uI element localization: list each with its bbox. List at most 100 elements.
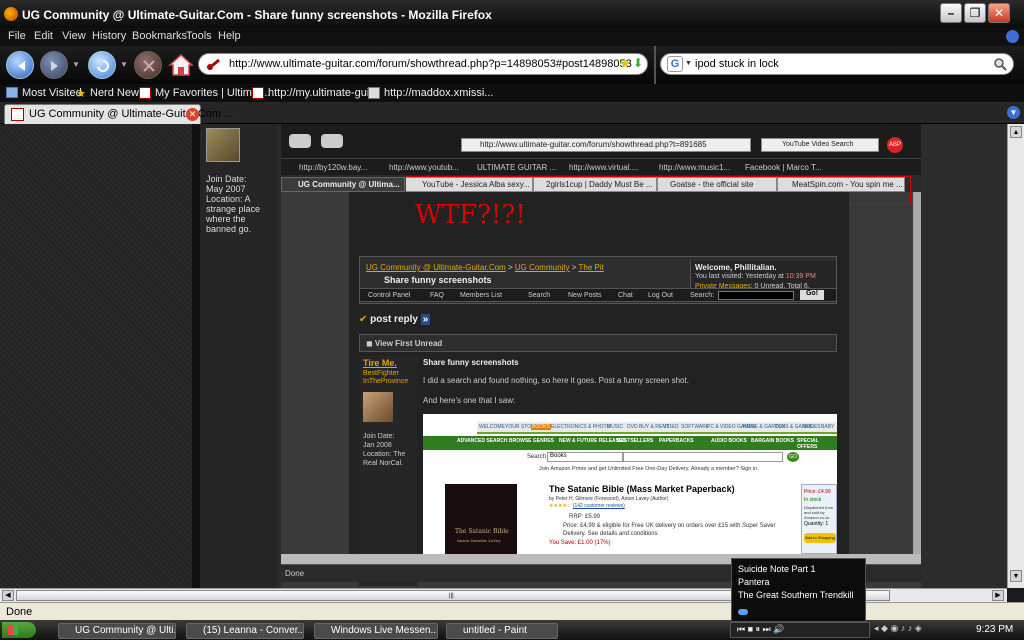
search-bar[interactable]: G ▼ ipod stuck in lock	[660, 53, 1014, 75]
grip-icon: |||	[449, 593, 454, 599]
poster-info: Tire Me. BestFighter InTheProvince Join …	[359, 356, 417, 586]
inner-forward-icon	[321, 134, 343, 148]
taskbar-item-firefox[interactable]: UG Community @ Ulti...	[58, 623, 176, 639]
menu-tools[interactable]: Tools	[186, 30, 212, 42]
menu-file[interactable]: File	[8, 30, 26, 42]
ug-favicon-icon	[139, 87, 151, 99]
scroll-left-icon[interactable]: ◀	[2, 590, 14, 601]
progress-indicator	[738, 609, 748, 615]
url-bar[interactable]: http://www.ultimate-guitar.com/forum/sho…	[198, 53, 648, 75]
inner-tab-active: UG Community @ Ultima...	[281, 177, 405, 192]
user-info-panel: Join Date: May 2007 Location: A strange …	[200, 124, 278, 588]
minimize-button[interactable]: –	[940, 3, 962, 23]
inner-scrollbar	[913, 192, 921, 554]
amazon-subnav: ADVANCED SEARCH BROWSE GENRES NEW & FUTU…	[423, 436, 837, 450]
close-button[interactable]: ✕	[988, 3, 1010, 23]
breadcrumb: UG Community @ Ultimate-Guitar.Com > UG …	[366, 263, 604, 272]
media-controls[interactable]: ⏮ ■ ⏸ ⏭ 🔊	[737, 624, 784, 635]
media-player-toolbar: ⏮ ■ ⏸ ⏭ 🔊	[730, 622, 870, 638]
amazon-search-field	[623, 452, 783, 462]
stop-button[interactable]	[134, 51, 162, 79]
amazon-tabs: WELCOME YOUR STORE BOOKS ELECTRONICS & P…	[477, 422, 837, 434]
ug-favicon-icon	[252, 87, 264, 99]
start-button[interactable]	[2, 622, 36, 638]
star-icon: ★	[76, 88, 86, 100]
search-input[interactable]: ipod stuck in lock	[695, 58, 779, 70]
scroll-up-icon[interactable]: ▲	[1010, 126, 1022, 138]
home-icon	[168, 53, 194, 76]
url-text[interactable]: http://www.ultimate-guitar.com/forum/sho…	[229, 58, 632, 70]
poster-avatar	[363, 392, 393, 422]
menu-history[interactable]: History	[92, 30, 126, 42]
bookmark-my-ultimate-guitar[interactable]: http://my.ultimate-gui...	[268, 87, 378, 99]
adblock-icon: ABP	[887, 137, 903, 153]
menu-edit[interactable]: Edit	[34, 30, 53, 42]
scroll-right-icon[interactable]: ▶	[992, 590, 1004, 601]
back-arrow-icon	[18, 61, 25, 71]
window-title: UG Community @ Ultimate-Guitar.Com - Sha…	[22, 8, 492, 22]
taskbar-item-messenger[interactable]: Windows Live Messen...	[314, 623, 438, 639]
bookmark-star-icon[interactable]: ★	[619, 56, 631, 72]
user-join-info: Join Date: May 2007 Location: A strange …	[206, 174, 261, 234]
close-tab-icon[interactable]: ✕	[186, 108, 199, 121]
magnifier-icon[interactable]	[993, 57, 1007, 71]
embedded-screenshot: http://www.ultimate-guitar.com/forum/sho…	[281, 124, 921, 588]
vertical-scrollbar[interactable]: ▲ ▼	[1007, 124, 1024, 588]
menu-bookmarks[interactable]: Bookmarks	[132, 30, 187, 42]
taskbar-item-conversation[interactable]: (15) Leanna - Conver...	[186, 623, 304, 639]
column-divider	[192, 124, 200, 588]
history-dropdown-icon[interactable]: ▼	[72, 60, 80, 69]
status-bar: Done	[0, 602, 1024, 620]
inner-url-bar: http://www.ultimate-guitar.com/forum/sho…	[461, 138, 751, 152]
amazon-go-icon: GO	[787, 452, 799, 462]
bookmark-most-visited[interactable]: Most Visited	[22, 87, 82, 99]
ug-favicon-icon	[206, 57, 222, 71]
reload-dropdown-icon[interactable]: ▼	[120, 60, 128, 69]
menu-help[interactable]: Help	[218, 30, 241, 42]
ug-favicon-icon	[11, 108, 24, 121]
wtf-headline: WTF?!?!	[415, 200, 526, 230]
forward-button[interactable]	[40, 51, 68, 79]
avatar[interactable]	[206, 128, 240, 162]
taskbar-item-paint[interactable]: untitled - Paint	[446, 623, 558, 639]
home-button[interactable]	[168, 52, 194, 78]
bookmark-maddox[interactable]: http://maddox.xmissi...	[384, 87, 493, 99]
google-engine-icon[interactable]: G	[667, 56, 683, 72]
clock: 9:23 PM	[976, 624, 1014, 635]
maximize-button[interactable]: ❐	[964, 3, 986, 23]
tab-label: UG Community @ Ultimate-Guitar.Com ...	[29, 108, 234, 120]
inner-search-field	[718, 291, 794, 300]
amazon-screenshot: WELCOME YOUR STORE BOOKS ELECTRONICS & P…	[423, 414, 837, 554]
post-line-2: And here's one that I saw:	[423, 396, 516, 405]
engine-dropdown-icon[interactable]: ▼	[685, 60, 692, 67]
artist-name: Pantera	[738, 577, 770, 587]
bookmarks-toolbar: Most Visited ★ Nerd News My Favorites | …	[0, 84, 1024, 102]
album-name: The Great Southern Trendkill	[738, 590, 854, 600]
book-cover: The Satanic Bible Anton Szandor LaVey	[445, 484, 517, 554]
firefox-icon	[4, 7, 18, 21]
inner-toolbar: http://www.ultimate-guitar.com/forum/sho…	[281, 124, 921, 158]
post-line-1: I did a search and found nothing, so her…	[423, 376, 689, 385]
menu-bar: File Edit View History Bookmarks Tools H…	[0, 28, 1024, 46]
system-tray-icons[interactable]: ◂ ◆ ◉ ♪ ♪ ◈	[874, 623, 966, 638]
forward-arrow-icon	[51, 61, 58, 71]
post-title: Share funny screenshots	[423, 358, 519, 367]
tab-list-icon[interactable]: ▼	[1007, 106, 1020, 119]
tab-ug-community[interactable]: UG Community @ Ultimate-Guitar.Com ... ✕	[4, 104, 233, 124]
menu-view[interactable]: View	[62, 30, 86, 42]
thread-title: Share funny screenshots	[384, 275, 492, 285]
inner-bookmarks: http://by120w.bay... http://www.youtub..…	[281, 158, 921, 175]
reload-button[interactable]	[88, 51, 116, 79]
go-arrow-icon[interactable]: ⬇	[633, 56, 643, 70]
forum-navbar: Control Panel FAQ Members List Search Ne…	[359, 288, 837, 302]
scroll-down-icon[interactable]: ▼	[1010, 570, 1022, 582]
inner-back-icon	[289, 134, 311, 148]
now-playing-popup: Suicide Note Part 1 Pantera The Great So…	[731, 558, 866, 622]
reload-icon	[97, 60, 109, 72]
book-title: The Satanic Bible (Mass Market Paperback…	[549, 484, 735, 494]
buy-box: Price: £4.99 In stock Dispatched from an…	[801, 484, 837, 554]
review-stars: ★★★★☆ (142 customer reviews)	[549, 503, 625, 509]
bookmark-nerd-news[interactable]: Nerd News	[90, 87, 144, 99]
back-button[interactable]	[6, 51, 34, 79]
page-icon	[368, 87, 380, 99]
